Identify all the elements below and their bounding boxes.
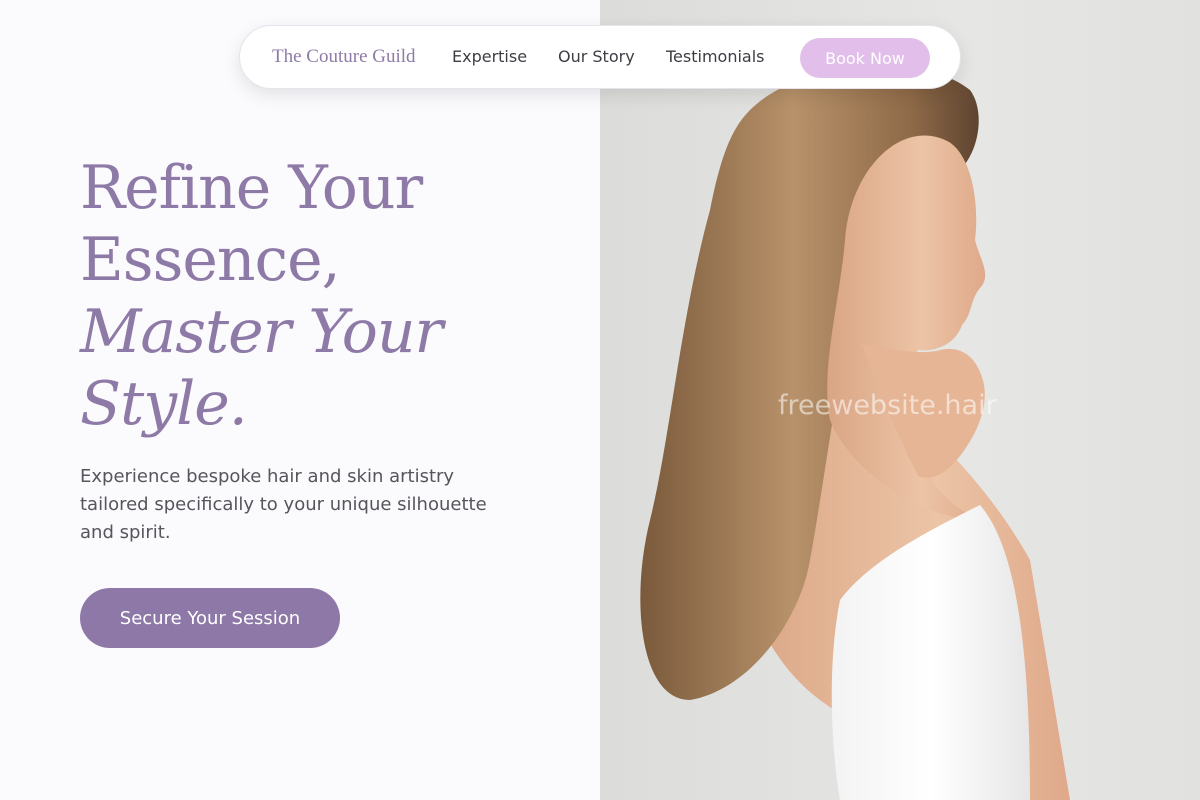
book-now-button[interactable]: Book Now [800, 38, 930, 78]
nav-link-our-story[interactable]: Our Story [558, 47, 635, 66]
hero-photo: freewebsite.hair [600, 0, 1200, 800]
hero-left-panel: Refine Your Essence, Master Your Style. … [0, 0, 600, 800]
headline-line-4: Style. [80, 369, 248, 439]
secure-session-button[interactable]: Secure Your Session [80, 588, 340, 648]
hero-headline: Refine Your Essence, Master Your Style. [80, 152, 443, 440]
watermark-text: freewebsite.hair [778, 390, 997, 421]
headline-line-2: Essence, [80, 225, 341, 295]
top-navigation: The Couture Guild Expertise Our Story Te… [239, 25, 961, 89]
nav-link-testimonials[interactable]: Testimonials [666, 47, 765, 66]
headline-line-1: Refine Your [80, 153, 423, 223]
hero-subtext: Experience bespoke hair and skin artistr… [80, 466, 487, 543]
brand-logo[interactable]: The Couture Guild [272, 46, 416, 68]
headline-line-3: Master Your [80, 297, 443, 367]
nav-link-expertise[interactable]: Expertise [452, 47, 527, 66]
